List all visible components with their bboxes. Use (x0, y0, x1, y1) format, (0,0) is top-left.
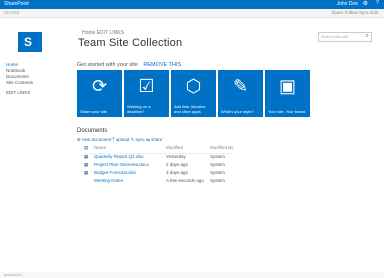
table-row[interactable]: ▦ Project Plan Overview.docx 2 days ago … (84, 162, 234, 170)
tile-style[interactable]: ✎ What's your style? (218, 70, 263, 117)
image-icon: ▣ (278, 76, 296, 96)
table-header-row: ▤ Name Modified Modified By (84, 145, 234, 154)
document-modified-by: System (210, 178, 226, 183)
suite-bar: SHARE Share Follow Sync Edit (0, 9, 384, 18)
suite-bar-actions[interactable]: Share Follow Sync Edit (331, 10, 378, 15)
user-menu[interactable]: John Doe (337, 1, 358, 7)
site-logo[interactable]: S (18, 32, 42, 52)
table-row[interactable]: ▦ Budget Forecast.xlsx 3 days ago System (84, 170, 234, 178)
document-name[interactable]: Quarterly Report Q1.xlsx (94, 154, 162, 159)
tile-share-site[interactable]: ⟳ Share your site (77, 70, 122, 117)
tile-label: Working on a deadline? (127, 104, 151, 114)
column-header-name[interactable]: Name (94, 145, 162, 150)
document-icon: ▦ (84, 162, 89, 167)
documents-toolbar[interactable]: ⊕ new document ⤒ upload ✎ sync ⇆ share (77, 137, 162, 143)
get-started-label: Get started with your site (77, 62, 138, 68)
document-modified-by: System (210, 154, 226, 159)
tile-label: What's your style? (221, 109, 254, 114)
quick-launch-nav: Home Notebook Documents Site Contents ED… (6, 62, 66, 96)
document-modified-by: System (210, 162, 226, 167)
document-modified: Yesterday (166, 154, 186, 159)
tile-add-apps[interactable]: ⬡ Add lists, libraries and other apps (171, 70, 216, 117)
document-modified: 3 days ago (166, 170, 189, 175)
documents-table: ▤ Name Modified Modified By ▦ Quarterly … (84, 145, 234, 186)
suite-bar-left: SHARE (4, 10, 20, 15)
tile-brand[interactable]: ▣ Your site. Your brand. (265, 70, 310, 117)
status-bar: javascript:; (0, 272, 384, 278)
tile-label: Share your site (80, 109, 107, 114)
file-type-icon: ▤ (84, 145, 89, 150)
search-icon[interactable]: ⌕ (366, 33, 369, 40)
nav-item-edit-links[interactable]: EDIT LINKS (6, 90, 66, 96)
status-bar-text: javascript:; (4, 272, 24, 277)
remove-get-started-link[interactable]: REMOVE THIS (143, 62, 181, 68)
help-icon[interactable]: ? (376, 0, 379, 6)
documents-heading[interactable]: Documents (77, 128, 107, 134)
column-header-modified-by[interactable]: Modified By (210, 145, 234, 150)
paint-brush-icon: ✎ (232, 76, 249, 96)
top-navigation-bar: SharePoint John Doe ⚙ ? (0, 0, 384, 9)
document-name[interactable]: Budget Forecast.xlsx (94, 170, 162, 175)
document-modified-by: System (210, 170, 226, 175)
document-icon: ▦ (84, 170, 89, 175)
tile-label: Your site. Your brand. (268, 109, 307, 114)
breadcrumb[interactable]: Home EDIT LINKS (82, 30, 124, 36)
gear-icon[interactable]: ⚙ (363, 0, 368, 7)
document-name[interactable]: Project Plan Overview.docx (94, 162, 162, 167)
document-icon: ▦ (84, 154, 89, 159)
search-input[interactable]: Search this site ⌕ (318, 32, 372, 42)
site-logo-glyph: S (24, 35, 33, 49)
page-title: Team Site Collection (78, 37, 183, 49)
document-modified: 2 days ago (166, 162, 189, 167)
search-placeholder: Search this site (321, 34, 349, 39)
tile-label: Add lists, libraries and other apps (174, 104, 206, 114)
column-header-modified[interactable]: Modified (166, 145, 206, 150)
table-row[interactable]: Meeting Notes A few seconds ago System (84, 178, 234, 186)
document-modified: A few seconds ago (166, 178, 204, 183)
document-name[interactable]: Meeting Notes (94, 178, 162, 183)
task-checkbox-icon: ☑ (138, 76, 155, 96)
share-icon: ⟳ (91, 76, 108, 96)
app-brand[interactable]: SharePoint (4, 1, 29, 7)
table-row[interactable]: ▦ Quarterly Report Q1.xlsx Yesterday Sys… (84, 154, 234, 162)
app-hex-icon: ⬡ (185, 76, 202, 96)
get-started-header: Get started with your site REMOVE THIS (77, 62, 181, 68)
tile-deadline[interactable]: ☑ Working on a deadline? (124, 70, 169, 117)
